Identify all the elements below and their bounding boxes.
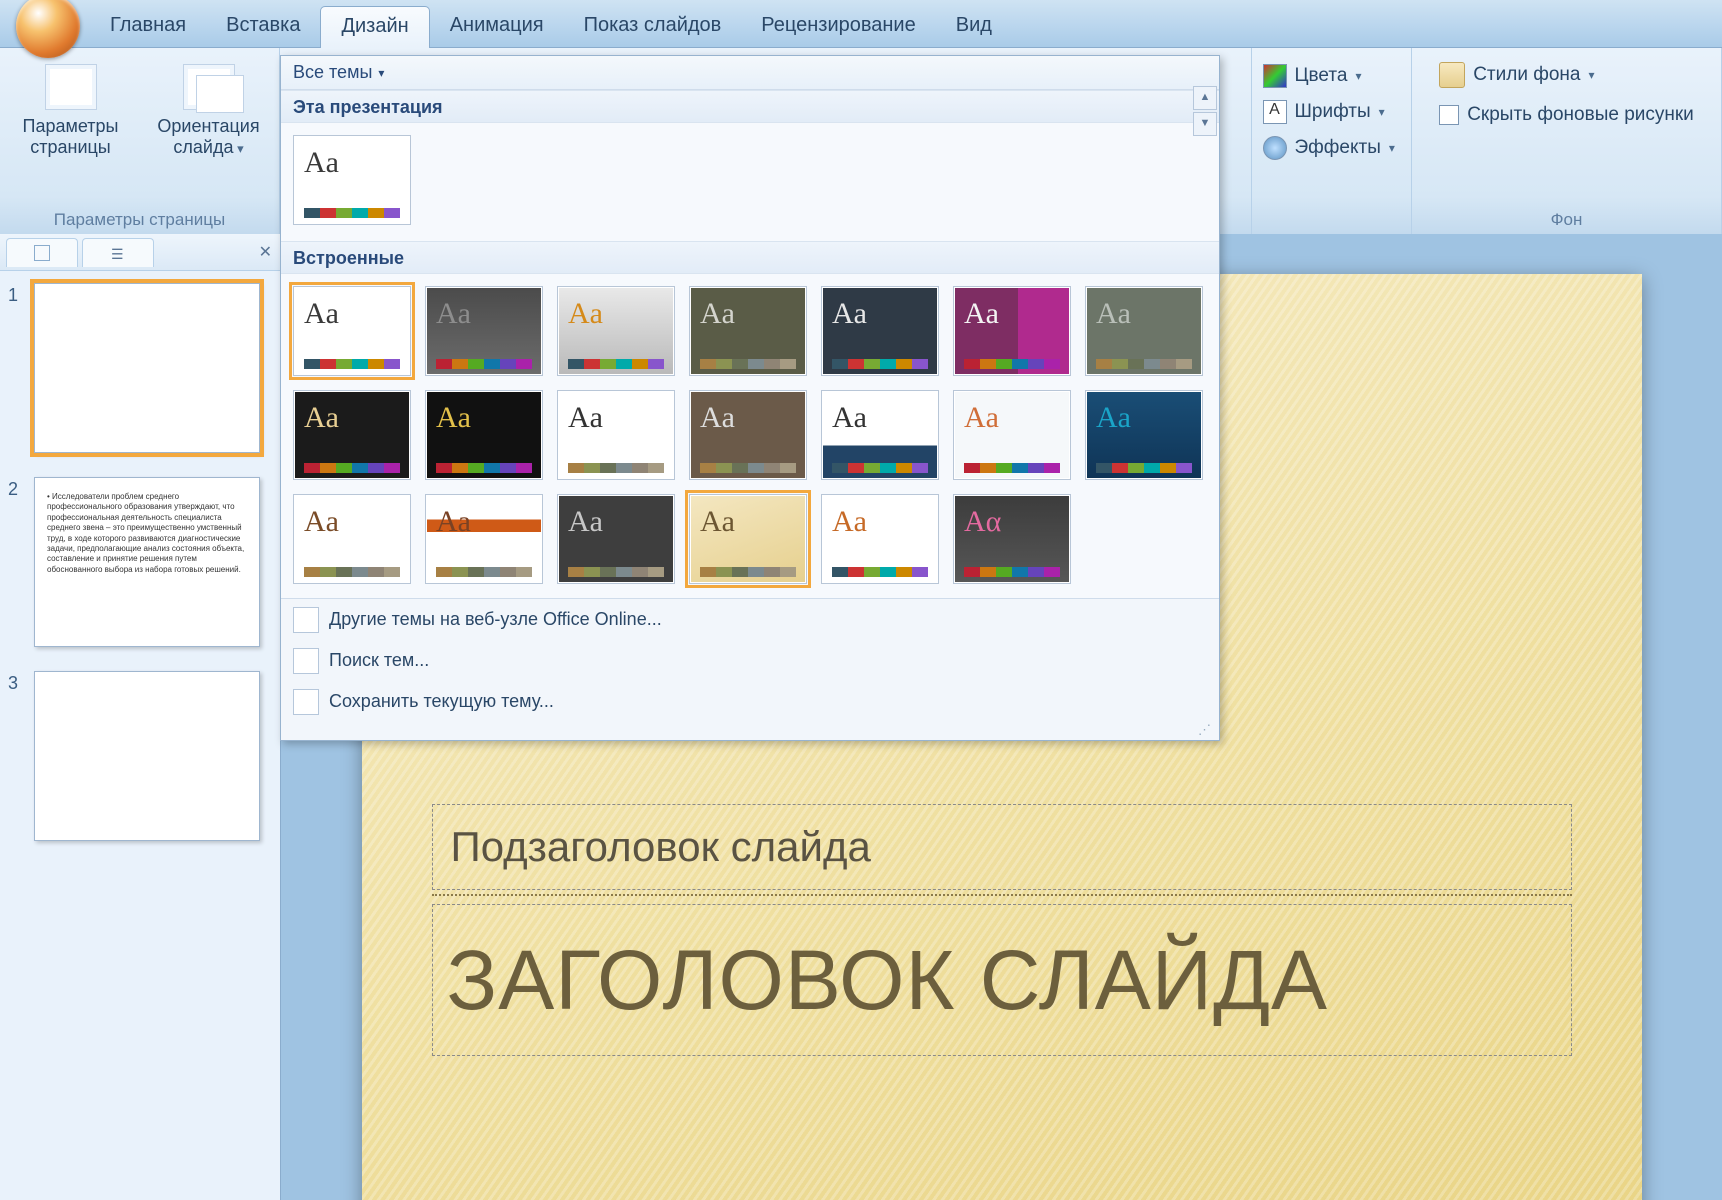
save-current-theme[interactable]: Сохранить текущую тему... [281, 681, 1219, 722]
hide-background-label: Скрыть фоновые рисунки [1467, 104, 1694, 126]
page-params-label: Параметры страницы [9, 116, 133, 158]
theme-swatch [304, 208, 400, 218]
subtitle-placeholder[interactable]: Подзаголовок слайда [432, 804, 1572, 890]
slide-preview: • Исследователи проблем среднего професс… [34, 477, 260, 647]
theme-thumb[interactable]: Aa [557, 494, 675, 584]
theme-thumb[interactable]: Aa [821, 390, 939, 480]
title-separator [432, 894, 1572, 896]
ribbon-group-page-setup: Параметры страницы Ориентация слайда Пар… [0, 48, 280, 234]
orientation-label: Ориентация слайда [147, 116, 271, 158]
slide-orientation-button[interactable]: Ориентация слайда [147, 60, 271, 158]
theme-thumb[interactable]: Aa [293, 494, 411, 584]
theme-thumb[interactable]: Aa [293, 286, 411, 376]
gallery-scroll-up[interactable]: ▲ [1193, 86, 1217, 110]
gallery-header[interactable]: Все темы [281, 56, 1219, 90]
background-styles-icon [1439, 62, 1465, 88]
theme-thumb-current[interactable]: Aa [293, 135, 411, 225]
pane-tab-outline[interactable] [82, 238, 154, 267]
ribbon-group-theme-options: Цвета ▾ Шрифты ▾ Эффекты ▾ [1252, 48, 1412, 234]
theme-thumb[interactable]: Aa [425, 286, 543, 376]
resize-grip[interactable]: ⋰ [281, 722, 1219, 740]
theme-effects-label: Эффекты [1295, 137, 1381, 159]
tab-animation[interactable]: Анимация [430, 6, 564, 47]
ribbon-tabs: Главная Вставка Дизайн Анимация Показ сл… [0, 0, 1722, 48]
title-placeholder[interactable]: Заголовок слайда [432, 904, 1572, 1056]
pane-tab-slides[interactable] [6, 238, 78, 267]
save-theme-label: Сохранить текущую тему... [329, 691, 554, 711]
theme-thumb[interactable]: Aa [953, 286, 1071, 376]
theme-thumb[interactable]: Aa [557, 390, 675, 480]
theme-thumb[interactable]: Aa [557, 286, 675, 376]
theme-thumb[interactable]: Aa [689, 390, 807, 480]
hide-background-checkbox[interactable]: Скрыть фоновые рисунки [1439, 104, 1694, 126]
tab-slideshow[interactable]: Показ слайдов [564, 6, 742, 47]
effects-icon [1263, 136, 1287, 160]
theme-thumb-hover[interactable]: Aa [689, 494, 807, 584]
theme-thumb[interactable]: Aa [1085, 286, 1203, 376]
colors-icon [1263, 64, 1287, 88]
search-themes-label: Поиск тем... [329, 650, 429, 670]
slide-thumb-3[interactable]: 3 [8, 671, 272, 841]
gallery-section-builtin: Встроенные [281, 241, 1219, 274]
slide-number: 1 [8, 283, 26, 453]
theme-effects-button[interactable]: Эффекты ▾ [1263, 136, 1401, 160]
theme-fonts-label: Шрифты [1295, 101, 1371, 123]
background-group-label: Фон [1412, 210, 1721, 230]
tab-review[interactable]: Рецензирование [741, 6, 935, 47]
theme-gallery-dropdown: Все темы ▲ ▼ Эта презентация Aa Встроенн… [280, 55, 1220, 741]
search-icon [293, 648, 319, 674]
search-themes[interactable]: Поиск тем... [281, 640, 1219, 681]
pane-close-button[interactable]: ✕ [259, 242, 272, 262]
checkbox-icon [1439, 105, 1459, 125]
gallery-footer: Другие темы на веб-узле Office Online...… [281, 598, 1219, 740]
page-setup-group-label: Параметры страницы [0, 210, 279, 230]
theme-thumb[interactable]: Aa [1085, 390, 1203, 480]
theme-thumb[interactable]: Aa [425, 390, 543, 480]
theme-thumb[interactable]: Aa [425, 494, 543, 584]
globe-icon [293, 607, 319, 633]
slide-number: 2 [8, 477, 26, 647]
ribbon-group-background: Стили фона ▾ Скрыть фоновые рисунки Фон [1412, 48, 1722, 234]
background-styles-button[interactable]: Стили фона ▾ [1439, 62, 1694, 88]
more-themes-label: Другие темы на веб-узле Office Online... [329, 609, 662, 629]
tab-insert[interactable]: Вставка [206, 6, 320, 47]
more-themes-online[interactable]: Другие темы на веб-узле Office Online... [281, 599, 1219, 640]
title-text: Заголовок слайда [433, 932, 1329, 1029]
theme-thumb[interactable]: Aa [689, 286, 807, 376]
theme-fonts-button[interactable]: Шрифты ▾ [1263, 100, 1401, 124]
theme-thumb[interactable]: Aa [953, 390, 1071, 480]
gallery-section-this-presentation: Эта презентация [281, 90, 1219, 123]
save-icon [293, 689, 319, 715]
theme-sample-text: Aa [304, 148, 400, 178]
slide-preview [34, 671, 260, 841]
slide-thumb-1[interactable]: 1 [8, 283, 272, 453]
orientation-icon [183, 64, 235, 110]
gallery-scroll-down[interactable]: ▼ [1193, 112, 1217, 136]
slide-thumb-2[interactable]: 2 • Исследователи проблем среднего профе… [8, 477, 272, 647]
theme-thumb[interactable]: Aa [821, 494, 939, 584]
theme-colors-button[interactable]: Цвета ▾ [1263, 64, 1401, 88]
tab-view[interactable]: Вид [936, 6, 1012, 47]
page-params-button[interactable]: Параметры страницы [9, 60, 133, 158]
tab-design[interactable]: Дизайн [320, 6, 429, 48]
slides-pane: ✕ 1 2 • Исследователи проблем среднего п… [0, 234, 281, 1200]
slide-thumbnails[interactable]: 1 2 • Исследователи проблем среднего про… [0, 271, 280, 1200]
slide-preview [34, 283, 260, 453]
page-params-icon [45, 64, 97, 110]
theme-thumb[interactable]: Aa [821, 286, 939, 376]
pane-tabs: ✕ [0, 234, 280, 271]
theme-thumb[interactable]: Aα [953, 494, 1071, 584]
theme-thumb[interactable]: Aa [293, 390, 411, 480]
theme-colors-label: Цвета [1295, 65, 1348, 87]
slide-number: 3 [8, 671, 26, 841]
background-styles-label: Стили фона [1473, 64, 1580, 86]
tab-home[interactable]: Главная [90, 6, 206, 47]
subtitle-text: Подзаголовок слайда [433, 823, 871, 871]
fonts-icon [1263, 100, 1287, 124]
